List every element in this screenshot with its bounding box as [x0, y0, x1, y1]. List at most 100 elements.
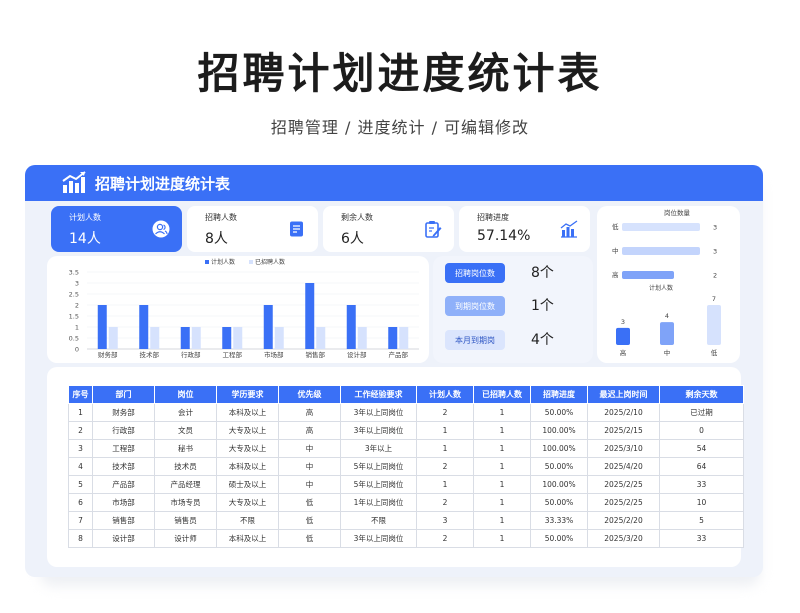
- table-cell: 1: [473, 511, 531, 530]
- stat-value: 8人: [205, 231, 228, 247]
- document-list-icon: [290, 221, 303, 237]
- table-cell: 产品部: [92, 475, 155, 494]
- x-tick-label: 设计部: [347, 350, 367, 359]
- chart-title: 计划人数: [649, 284, 673, 292]
- table-cell: 低: [278, 511, 341, 530]
- table-cell: 2: [416, 457, 474, 476]
- column-header[interactable]: 优先级: [278, 385, 341, 404]
- stat-label: 招聘人数: [205, 213, 237, 222]
- x-tick-label: 工程部: [223, 350, 243, 359]
- table-cell: 64: [659, 457, 744, 476]
- clipboard-edit-icon: [425, 221, 442, 238]
- bar-hired: [191, 327, 201, 349]
- table-cell: 1年以上同岗位: [340, 493, 417, 512]
- table-row[interactable]: 4 技术部 技术员 本科及以上中 5年以上同岗位 2 1 50.00% 2025/4/20 64: [68, 457, 744, 476]
- table-row[interactable]: 1 财务部 会计 本科及以上高 3年以上同岗位 2 1 50.00% 2025/2/10 已过期: [68, 403, 744, 422]
- table-cell: 33.33%: [530, 511, 588, 530]
- table-cell: 1: [416, 475, 474, 494]
- table-cell: 文员: [154, 421, 217, 440]
- column-header[interactable]: 招聘进度: [530, 385, 588, 404]
- table-cell: 市场部: [92, 493, 155, 512]
- table-cell: 1: [473, 493, 531, 512]
- table-row[interactable]: 8 设计部 设计师 本科及以上低 3年以上同岗位 2 1 50.00% 2025/3/20 33: [68, 529, 744, 548]
- x-tick-label: 行政部: [181, 350, 201, 359]
- table-row[interactable]: 3 工程部 秘书 大专及以上中 3年以上 1 1 100.00% 2025/3/10 54: [68, 439, 744, 458]
- tag-expired[interactable]: 到期岗位数: [445, 296, 505, 316]
- table-cell: 2: [68, 421, 93, 440]
- legend-swatch: [205, 260, 209, 264]
- hbar: [622, 271, 674, 279]
- department-bar-chart: 0 0.5 1 1.5 2 2.5 3 3.5 计划人数 已招聘人数财务部 技术部 行政部 工程部 市场部…: [69, 258, 419, 359]
- stat-card-remaining[interactable]: 剩余人数 6人: [323, 206, 454, 252]
- stat-label: 计划人数: [69, 213, 101, 222]
- table-cell: 中: [278, 475, 341, 494]
- table-cell: 秘书: [154, 439, 217, 458]
- table-cell: 高: [278, 403, 341, 422]
- column-header[interactable]: 部门: [92, 385, 155, 404]
- table-cell: 33: [659, 475, 744, 494]
- y-tick-label: 1: [75, 324, 79, 332]
- bar-value-label: 3: [621, 318, 625, 326]
- table-cell: 3年以上同岗位: [340, 403, 417, 422]
- table-cell: 0: [659, 421, 744, 440]
- recruit-table-wrap: 序号 部门 岗位 学历要求 优先级 工作经验要求 计划人数 已招聘人数 招聘进度 最迟上岗时间 剩余…: [68, 385, 744, 548]
- table-cell: 50.00%: [530, 403, 588, 422]
- table-row[interactable]: 5 产品部 产品经理 硕士及以上中 5年以上同岗位 1 1 100.00% 2025/2/25 3…: [68, 475, 744, 494]
- stat-card-progress[interactable]: 招聘进度 57.14%: [459, 206, 590, 252]
- table-cell: 2: [416, 493, 474, 512]
- table-cell: 技术部: [92, 457, 155, 476]
- y-tick-label: 2.5: [69, 291, 79, 299]
- table-cell: 2: [416, 529, 474, 548]
- table-cell: 1: [473, 457, 531, 476]
- table-cell: 工程部: [92, 439, 155, 458]
- table-cell: 大专及以上: [216, 439, 279, 458]
- bar-planned: [222, 327, 232, 349]
- column-header[interactable]: 岗位: [154, 385, 217, 404]
- table-cell: 5年以上同岗位: [340, 457, 417, 476]
- x-tick-label: 产品部: [389, 350, 409, 359]
- chart-panel-department: 0 0.5 1 1.5 2 2.5 3 3.5 计划人数 已招聘人数 财务部 技术部 行政部 工程部 市场部…: [47, 256, 429, 363]
- tag-value: 4个: [531, 332, 554, 348]
- tag-month-due[interactable]: 本月到期岗: [445, 330, 505, 350]
- column-header[interactable]: 工作经验要求: [340, 385, 417, 404]
- x-tick-label: 销售部: [306, 350, 326, 359]
- column-header[interactable]: 已招聘人数: [473, 385, 531, 404]
- people-icon: [152, 220, 170, 238]
- bar-value-label: 4: [665, 312, 669, 320]
- bar-value-label: 3: [713, 224, 717, 232]
- column-header[interactable]: 计划人数: [416, 385, 474, 404]
- column-header[interactable]: 序号: [68, 385, 93, 404]
- table-cell: 设计师: [154, 529, 217, 548]
- table-cell: 50.00%: [530, 457, 588, 476]
- table-cell: 销售员: [154, 511, 217, 530]
- table-cell: 7: [68, 511, 93, 530]
- y-tick-label: 0: [75, 346, 79, 354]
- table-row[interactable]: 7 销售部 销售员 不限低不限 3 1 33.33% 2025/2/20 5: [68, 511, 744, 530]
- table-cell: 已过期: [659, 403, 744, 422]
- table-cell: 100.00%: [530, 439, 588, 458]
- table-row[interactable]: 6 市场部 市场专员 大专及以上低 1年以上同岗位 2 1 50.00% 2025/2/25 10: [68, 493, 744, 512]
- stat-card-hired[interactable]: 招聘人数 8人: [187, 206, 318, 252]
- column-header[interactable]: 剩余天数: [659, 385, 744, 404]
- y-tick-label: 3.5: [69, 269, 79, 277]
- hbar: [622, 247, 700, 255]
- table-cell: 1: [473, 403, 531, 422]
- tag-value: 1个: [531, 298, 554, 314]
- bar-hired: [150, 327, 160, 349]
- table-row[interactable]: 2 行政部 文员 大专及以上高 3年以上同岗位 1 1 100.00% 2025/2/15 0: [68, 421, 744, 440]
- column-header[interactable]: 学历要求: [216, 385, 279, 404]
- column-header[interactable]: 最迟上岗时间: [587, 385, 660, 404]
- table-cell: 6: [68, 493, 93, 512]
- bar-hired: [233, 327, 243, 349]
- table-cell: 设计部: [92, 529, 155, 548]
- bar-hired: [357, 327, 367, 349]
- bar-category-label: 高: [612, 270, 619, 279]
- table-cell: 10: [659, 493, 744, 512]
- table-cell: 产品经理: [154, 475, 217, 494]
- table-cell: 1: [473, 475, 531, 494]
- recruit-table: 序号 部门 岗位 学历要求 优先级 工作经验要求 计划人数 已招聘人数 招聘进度 最迟上岗时间 剩余…: [68, 385, 744, 548]
- stat-card-planned[interactable]: 计划人数 14人: [51, 206, 182, 252]
- table-cell: 5: [659, 511, 744, 530]
- tag-positions[interactable]: 招聘岗位数: [445, 263, 505, 283]
- bar-planned: [388, 327, 398, 349]
